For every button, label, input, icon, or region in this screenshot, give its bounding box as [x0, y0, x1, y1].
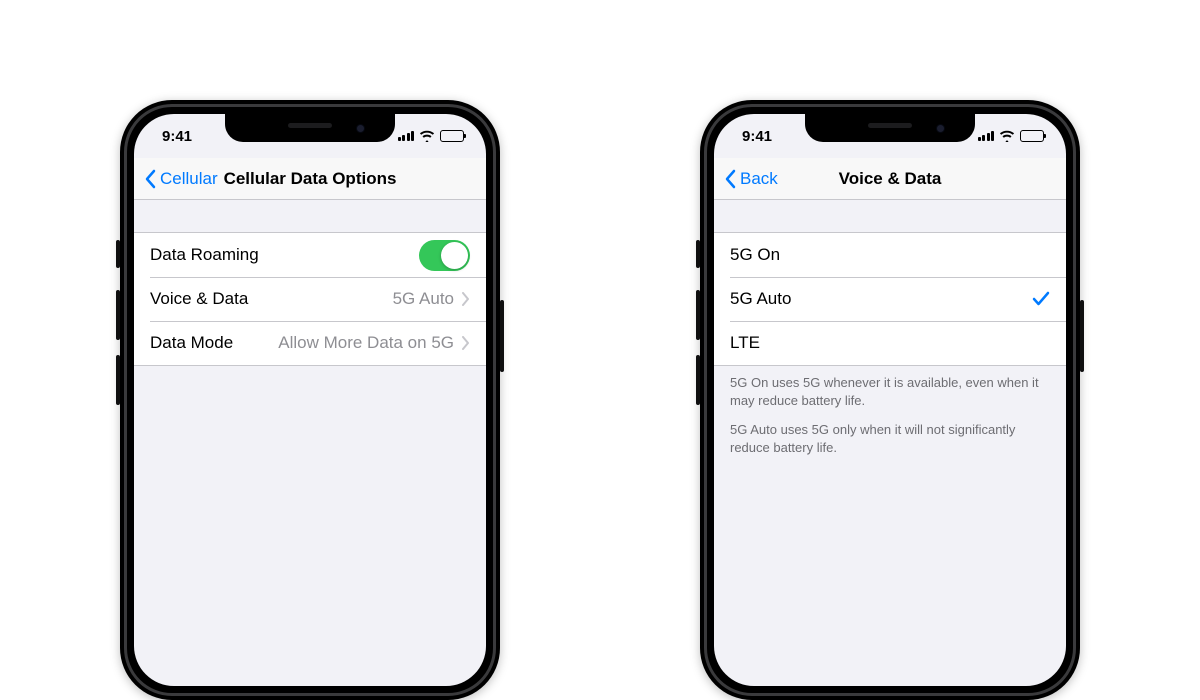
nav-bar: Cellular Cellular Data Options — [134, 158, 486, 200]
status-time: 9:41 — [742, 128, 772, 145]
settings-group: Data Roaming Voice & Data 5G Auto Data M… — [134, 232, 486, 366]
notch — [225, 114, 395, 142]
screen-left: 9:41 Cellular Cellular Data Options — [134, 114, 486, 686]
volume-up-button[interactable] — [116, 290, 120, 340]
speaker-grille — [288, 123, 332, 128]
nav-bar: Back Voice & Data — [714, 158, 1066, 200]
row-value: Allow More Data on 5G — [278, 333, 454, 353]
row-value: 5G Auto — [393, 289, 454, 309]
voice-and-data-row[interactable]: Voice & Data 5G Auto — [134, 277, 486, 321]
option-group: 5G On 5G Auto LTE — [714, 232, 1066, 366]
screen-right: 9:41 Back Voice & Data — [714, 114, 1066, 686]
mute-switch[interactable] — [116, 240, 120, 268]
wifi-icon — [419, 130, 435, 142]
chevron-left-icon — [144, 169, 156, 189]
data-roaming-row[interactable]: Data Roaming — [134, 233, 486, 277]
volume-down-button[interactable] — [696, 355, 700, 405]
phone-left: 9:41 Cellular Cellular Data Options — [120, 100, 500, 700]
speaker-grille — [868, 123, 912, 128]
notch — [805, 114, 975, 142]
option-5g-auto[interactable]: 5G Auto — [714, 277, 1066, 321]
option-label: 5G Auto — [730, 289, 791, 309]
status-time: 9:41 — [162, 128, 192, 145]
front-camera — [356, 124, 365, 133]
battery-icon — [1020, 130, 1044, 142]
phone-right: 9:41 Back Voice & Data — [700, 100, 1080, 700]
footer-paragraph: 5G On uses 5G whenever it is available, … — [730, 374, 1050, 409]
option-5g-on[interactable]: 5G On — [714, 233, 1066, 277]
back-button[interactable]: Cellular — [144, 169, 218, 189]
row-label: Data Mode — [150, 333, 233, 353]
volume-down-button[interactable] — [116, 355, 120, 405]
cellular-signal-icon — [978, 131, 995, 141]
option-label: LTE — [730, 333, 760, 353]
option-lte[interactable]: LTE — [714, 321, 1066, 365]
volume-up-button[interactable] — [696, 290, 700, 340]
cellular-signal-icon — [398, 131, 415, 141]
data-roaming-toggle[interactable] — [419, 240, 470, 271]
back-button[interactable]: Back — [724, 169, 778, 189]
footer-paragraph: 5G Auto uses 5G only when it will not si… — [730, 421, 1050, 456]
row-label: Data Roaming — [150, 245, 259, 265]
chevron-right-icon — [462, 292, 470, 306]
checkmark-icon — [1032, 291, 1050, 307]
option-label: 5G On — [730, 245, 780, 265]
data-mode-row[interactable]: Data Mode Allow More Data on 5G — [134, 321, 486, 365]
power-button[interactable] — [1080, 300, 1084, 372]
back-label: Back — [740, 169, 778, 189]
battery-icon — [440, 130, 464, 142]
group-footer: 5G On uses 5G whenever it is available, … — [714, 366, 1066, 464]
chevron-right-icon — [462, 336, 470, 350]
wifi-icon — [999, 130, 1015, 142]
back-label: Cellular — [160, 169, 218, 189]
power-button[interactable] — [500, 300, 504, 372]
front-camera — [936, 124, 945, 133]
mute-switch[interactable] — [696, 240, 700, 268]
row-label: Voice & Data — [150, 289, 248, 309]
chevron-left-icon — [724, 169, 736, 189]
